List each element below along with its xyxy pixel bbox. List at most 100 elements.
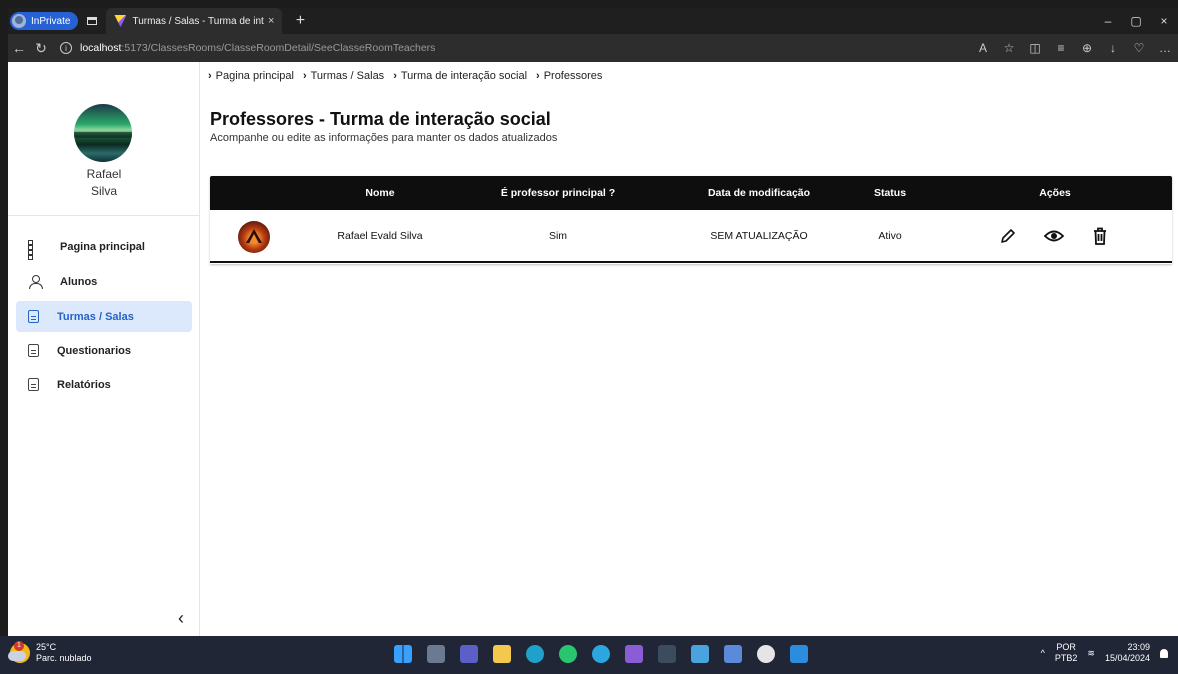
modified-date: SEM ATUALIZAÇÃO — [710, 230, 808, 242]
new-tab-button[interactable]: + — [290, 12, 310, 30]
eye-icon — [1043, 230, 1065, 242]
user-name: Rafael Silva — [8, 166, 200, 200]
collapse-sidebar-button[interactable]: ‹ — [178, 608, 184, 629]
active-tab[interactable]: Turmas / Salas - Turma de intera × — [106, 8, 283, 34]
user-avatar[interactable] — [74, 104, 132, 162]
document-icon — [28, 310, 39, 323]
is-main-teacher: Sim — [548, 230, 568, 242]
site-info-icon[interactable]: i — [60, 42, 72, 54]
address-bar: ← ↻ i localhost:5173/ClassesRooms/Classe… — [8, 34, 1178, 62]
sidebar-item-pagina-principal[interactable]: Pagina principal — [16, 231, 192, 262]
task-view-icon[interactable] — [427, 645, 445, 663]
sidebar-item-relatorios[interactable]: Relatórios — [16, 369, 192, 400]
column-header-acoes: Ações — [1039, 187, 1071, 199]
pencil-icon — [1001, 229, 1015, 243]
collections-icon[interactable]: ⊕ — [1074, 41, 1100, 55]
sidebar-item-label: Pagina principal — [60, 240, 145, 253]
edge-icon[interactable] — [526, 645, 544, 663]
column-header-nome: Nome — [365, 187, 395, 199]
restore-button[interactable]: ▢ — [1122, 14, 1150, 28]
favorites-icon[interactable]: ≡ — [1048, 41, 1074, 55]
language-indicator[interactable]: POR PTB2 — [1055, 642, 1078, 664]
clock-time: 23:09 — [1127, 642, 1150, 652]
remote-desktop-icon[interactable] — [724, 645, 742, 663]
breadcrumb-item-pagina-principal[interactable]: Pagina principal — [216, 70, 294, 82]
split-screen-icon[interactable]: ◫ — [1022, 41, 1048, 55]
column-header-modificacao: Data de modificação — [707, 187, 811, 199]
system-tray: ^ POR PTB2 ≋ 23:09 15/04/2024 — [1041, 642, 1168, 664]
github-icon[interactable] — [757, 645, 775, 663]
chevron-up-icon[interactable]: ^ — [1041, 648, 1045, 658]
inprivate-label: InPrivate — [31, 15, 71, 27]
vscode-icon[interactable] — [790, 645, 808, 663]
app-viewport: Rafael Silva Pagina principal Alunos Tur… — [8, 62, 1178, 636]
breadcrumb: › Pagina principal › Turmas / Salas › Tu… — [208, 70, 611, 82]
sidebar-item-turmas-salas[interactable]: Turmas / Salas — [16, 301, 192, 332]
close-window-button[interactable]: × — [1150, 14, 1178, 28]
keyboard-layout: PTB2 — [1054, 653, 1078, 663]
teams-icon[interactable] — [460, 645, 478, 663]
taskbar-apps — [394, 645, 808, 663]
teacher-avatar — [238, 221, 270, 253]
tab-close-button[interactable]: × — [268, 15, 274, 27]
clock[interactable]: 23:09 15/04/2024 — [1105, 642, 1150, 664]
column-header-principal: É professor principal ? — [500, 187, 616, 199]
person-icon — [28, 274, 43, 289]
table-row: Rafael Evald Silva Sim SEM ATUALIZAÇÃO A… — [210, 210, 1172, 263]
status-value: Ativo — [878, 230, 902, 242]
weather-temp: 25°C — [36, 642, 57, 652]
back-icon[interactable]: ← — [8, 40, 30, 56]
docker-icon[interactable] — [592, 645, 610, 663]
page-title: Professores - Turma de interação social — [210, 109, 551, 129]
edit-button[interactable] — [996, 224, 1020, 248]
document-icon — [28, 378, 39, 391]
inprivate-badge[interactable]: InPrivate — [10, 12, 79, 30]
document-icon — [28, 344, 39, 357]
file-explorer-icon[interactable] — [493, 645, 511, 663]
wifi-icon[interactable]: ≋ — [1087, 648, 1095, 659]
favorite-star-icon[interactable]: ☆ — [996, 41, 1022, 55]
teacher-name: Rafael Evald Silva — [337, 230, 423, 242]
visual-studio-icon[interactable] — [625, 645, 643, 663]
refresh-icon[interactable]: ↻ — [30, 40, 52, 57]
terminal-icon[interactable] — [658, 645, 676, 663]
tab-actions-icon[interactable] — [78, 8, 106, 34]
table-header: Nome É professor principal ? Data de mod… — [210, 176, 1172, 210]
downloads-icon[interactable]: ↓ — [1100, 41, 1126, 55]
vite-favicon-icon — [114, 15, 127, 27]
more-menu-icon[interactable]: … — [1152, 41, 1178, 55]
user-first-name: Rafael — [86, 167, 122, 181]
language-code: POR — [1056, 642, 1076, 652]
extensions-icon[interactable]: ♡ — [1126, 41, 1152, 55]
url-host: localhost — [80, 42, 122, 54]
profile-avatar-icon — [12, 14, 26, 28]
notification-bell-icon[interactable] — [1160, 648, 1168, 658]
whatsapp-icon[interactable] — [559, 645, 577, 663]
tab-bar: InPrivate Turmas / Salas - Turma de inte… — [8, 8, 1178, 34]
tab-title: Turmas / Salas - Turma de intera — [132, 15, 265, 27]
sidebar-item-alunos[interactable]: Alunos — [16, 266, 192, 297]
window-controls: – ▢ × — [1094, 14, 1178, 28]
weather-desc: Parc. nublado — [36, 653, 92, 663]
breadcrumb-item-professores: Professores — [543, 70, 603, 82]
windows-start-icon[interactable] — [394, 645, 412, 663]
clock-date: 15/04/2024 — [1104, 653, 1150, 663]
sidebar-divider — [8, 215, 200, 216]
weather-badge: 1 — [14, 641, 24, 651]
weather-widget[interactable]: 1 25°C Parc. nublado — [8, 641, 92, 664]
grid-icon — [28, 239, 42, 260]
trash-icon — [1094, 227, 1106, 245]
view-button[interactable] — [1042, 224, 1066, 248]
main-content: › Pagina principal › Turmas / Salas › Tu… — [208, 62, 1178, 636]
teachers-table: Nome É professor principal ? Data de mod… — [210, 176, 1172, 264]
breadcrumb-item-turmas-salas[interactable]: Turmas / Salas — [311, 70, 385, 82]
read-aloud-icon[interactable]: A — [970, 41, 996, 55]
app-icon[interactable] — [691, 645, 709, 663]
sidebar-item-label: Relatórios — [57, 378, 111, 391]
sidebar-item-questionarios[interactable]: Questionarios — [16, 335, 192, 366]
row-actions — [996, 224, 1112, 248]
delete-button[interactable] — [1088, 224, 1112, 248]
minimize-button[interactable]: – — [1094, 14, 1122, 28]
breadcrumb-item-turma[interactable]: Turma de interação social — [401, 70, 527, 82]
url-field[interactable]: i localhost:5173/ClassesRooms/ClasseRoom… — [60, 42, 435, 54]
